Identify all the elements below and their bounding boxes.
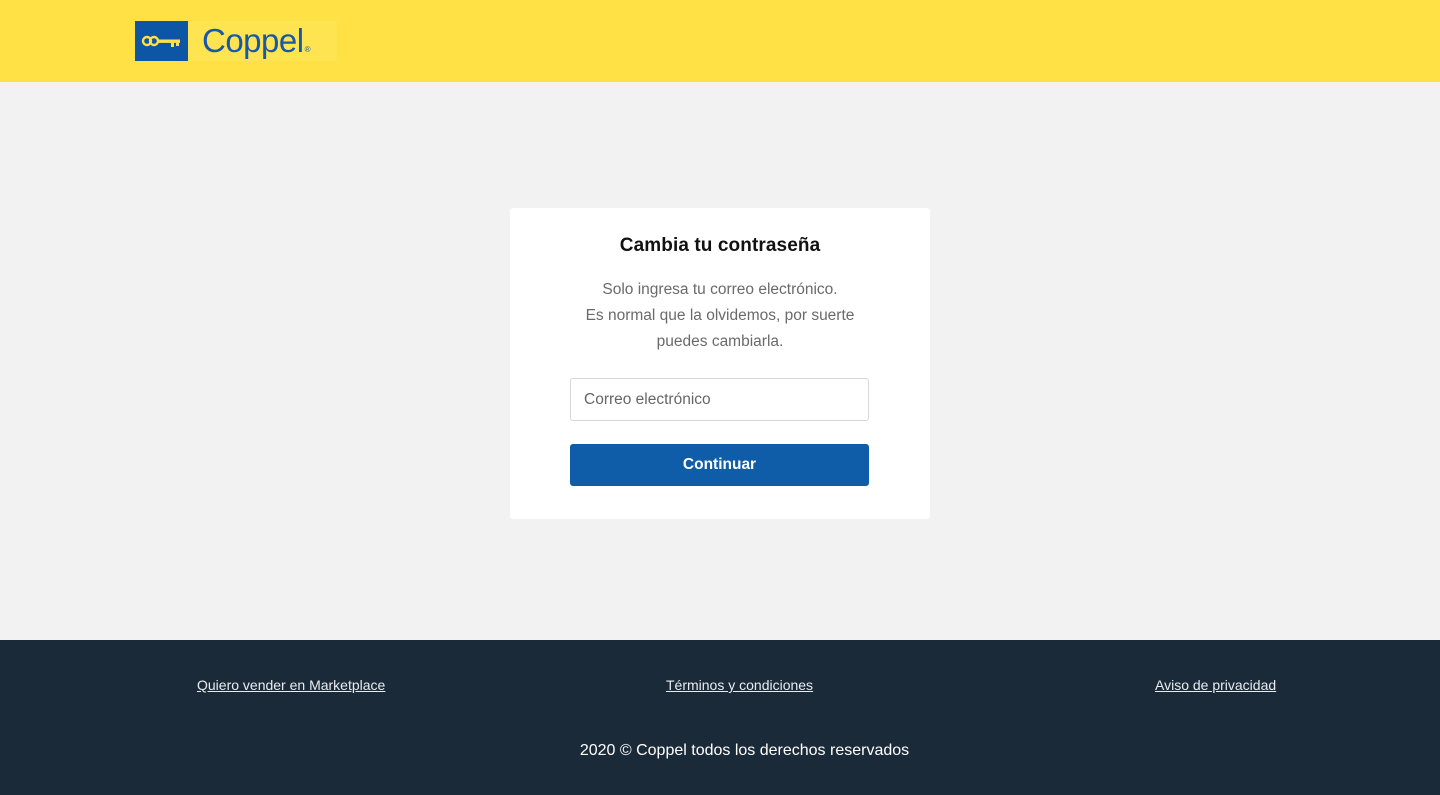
marketplace-link[interactable]: Quiero vender en Marketplace <box>197 677 385 693</box>
instructions-line-1: Solo ingresa tu correo electrónico. <box>602 281 838 298</box>
terms-link[interactable]: Términos y condiciones <box>666 677 813 693</box>
logo-text: Coppel <box>202 22 304 59</box>
site-header: Coppel ® <box>0 0 1440 82</box>
site-footer: Quiero vender en Marketplace Términos y … <box>0 640 1440 795</box>
logo-wordmark: Coppel ® <box>188 21 337 61</box>
continue-button[interactable]: Continuar <box>570 444 869 486</box>
instructions-line-2: Es normal que la olvidemos, por suerte <box>585 307 855 324</box>
key-icon <box>135 21 188 61</box>
page-title: Cambia tu contraseña <box>619 235 821 256</box>
coppel-logo[interactable]: Coppel ® <box>135 21 337 61</box>
instructions-line-3: puedes cambiarla. <box>656 333 784 350</box>
privacy-link[interactable]: Aviso de privacidad <box>1155 677 1276 693</box>
email-field[interactable] <box>570 378 869 421</box>
reset-password-card: Cambia tu contraseña Solo ingresa tu cor… <box>510 208 930 519</box>
instructions-text: Solo ingresa tu correo electrónico. Es n… <box>510 277 930 355</box>
copyright-text: 2020 © Coppel todos los derechos reserva… <box>579 742 910 759</box>
logo-registered-mark: ® <box>304 44 311 54</box>
